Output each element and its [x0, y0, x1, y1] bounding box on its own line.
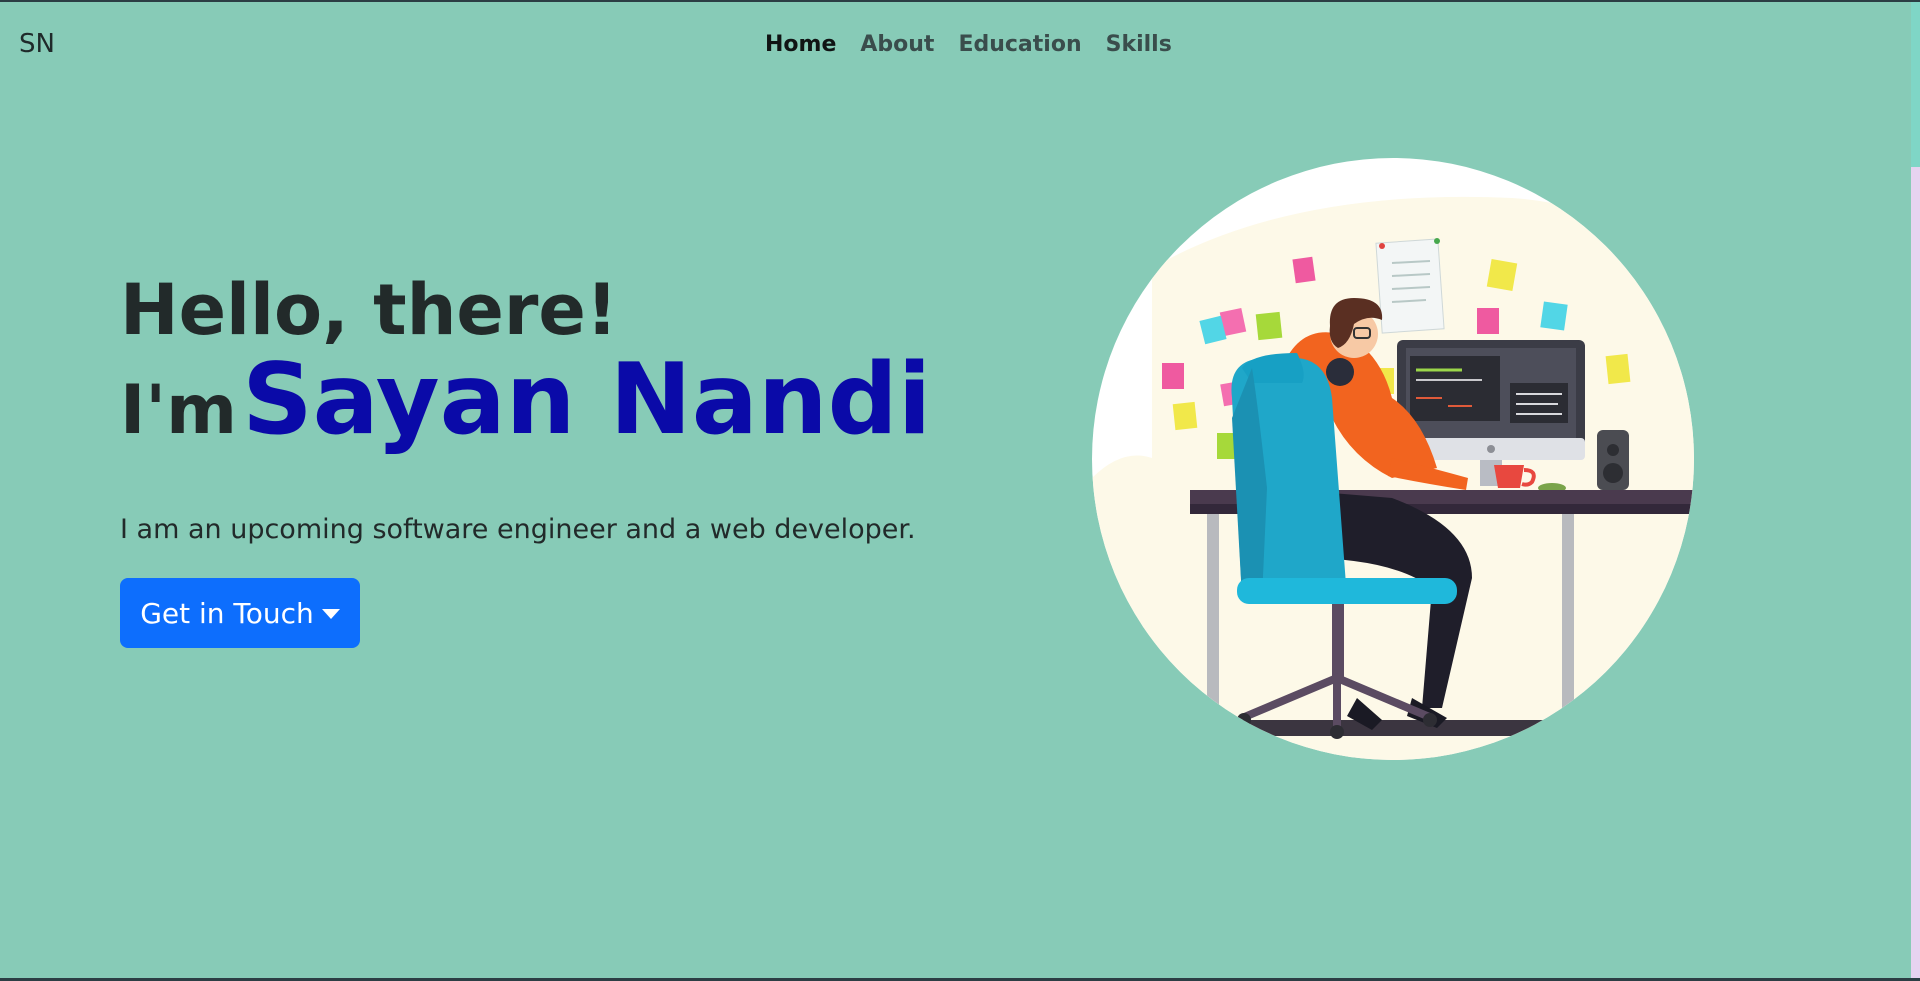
hero-heading: Hello, there! I'm Sayan Nandi	[120, 270, 1020, 478]
page-viewport: SN Home About Education Skills Hello, th…	[0, 2, 1911, 978]
nav-link-skills[interactable]: Skills	[1106, 32, 1172, 57]
hero-name: Sayan Nandi	[242, 343, 932, 457]
get-in-touch-label: Get in Touch	[140, 596, 314, 630]
hero-prefix: I'm	[120, 371, 237, 450]
get-in-touch-button[interactable]: Get in Touch	[120, 578, 360, 648]
scrollbar-thumb[interactable]	[1911, 2, 1920, 167]
nav-link-home[interactable]: Home	[765, 32, 836, 57]
nav-link-about[interactable]: About	[860, 32, 934, 57]
developer-illustration	[1092, 158, 1694, 760]
hero-intro: I'm Sayan Nandi	[120, 350, 1020, 478]
caret-down-icon	[321, 609, 340, 619]
hero-greeting: Hello, there!	[120, 269, 618, 351]
navbar: SN Home About Education Skills	[0, 2, 1911, 92]
nav-links: Home About Education Skills	[765, 32, 1172, 57]
nav-link-education[interactable]: Education	[958, 32, 1081, 57]
scrollbar[interactable]	[1911, 2, 1920, 978]
hero-tagline: I am an upcoming software engineer and a…	[120, 514, 916, 545]
brand-logo[interactable]: SN	[19, 29, 55, 59]
